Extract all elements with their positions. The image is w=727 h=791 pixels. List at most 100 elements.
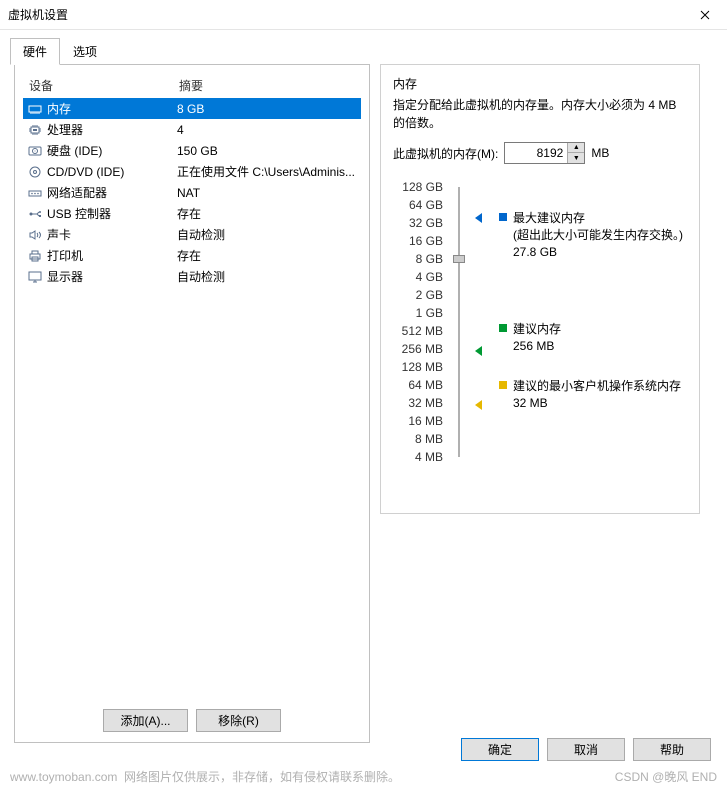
- device-row[interactable]: 网络适配器 NAT: [23, 182, 361, 203]
- device-row[interactable]: 声卡 自动检测: [23, 224, 361, 245]
- device-list-header: 设备 摘要: [23, 73, 361, 98]
- device-button-row: 添加(A)... 移除(R): [23, 703, 361, 734]
- device-summary: 自动检测: [177, 226, 357, 243]
- slider-tick-label: 128 MB: [393, 358, 443, 376]
- device-name: CD/DVD (IDE): [47, 165, 124, 179]
- device-row[interactable]: 打印机 存在: [23, 245, 361, 266]
- content-area: 设备 摘要 内存8 GB处理器4硬盘 (IDE)150 GBCD/DVD (ID…: [0, 65, 727, 753]
- legend-max-sq-icon: [499, 213, 507, 221]
- footer-buttons: 确定 取消 帮助: [461, 738, 711, 761]
- memory-panel: 内存 指定分配给此虚拟机的内存量。内存大小必须为 4 MB 的倍数。 此虚拟机的…: [380, 64, 700, 514]
- slider-tick-label: 32 GB: [393, 214, 443, 232]
- sound-icon: [27, 228, 43, 242]
- slider-tick-label: 256 MB: [393, 340, 443, 358]
- device-row[interactable]: USB 控制器 存在: [23, 203, 361, 224]
- device-name: 网络适配器: [47, 184, 107, 201]
- slider-tick-label: 512 MB: [393, 322, 443, 340]
- device-name: 内存: [47, 100, 71, 117]
- device-list: 设备 摘要 内存8 GB处理器4硬盘 (IDE)150 GBCD/DVD (ID…: [23, 73, 361, 703]
- slider-markers: 最大建议内存 (超出此大小可能发生内存交换。) 27.8 GB 建议内存 256…: [475, 178, 687, 466]
- legend-max: 最大建议内存 (超出此大小可能发生内存交换。) 27.8 GB: [499, 210, 683, 260]
- memory-slider-area: 128 GB64 GB32 GB16 GB8 GB4 GB2 GB1 GB512…: [393, 178, 687, 466]
- display-icon: [27, 270, 43, 284]
- legend-rec: 建议内存 256 MB: [499, 321, 561, 355]
- memory-unit: MB: [591, 146, 609, 160]
- memory-title: 内存: [393, 75, 687, 92]
- close-icon: [700, 10, 710, 20]
- spinner-down[interactable]: ▼: [568, 153, 584, 163]
- legend-min: 建议的最小客户机操作系统内存 32 MB: [499, 378, 681, 412]
- memory-input-row: 此虚拟机的内存(M): ▲ ▼ MB: [393, 142, 687, 164]
- cancel-button[interactable]: 取消: [547, 738, 625, 761]
- legend-rec-sq-icon: [499, 324, 507, 332]
- device-row[interactable]: 显示器自动检测: [23, 266, 361, 287]
- device-summary: 4: [177, 123, 357, 137]
- header-summary: 摘要: [179, 77, 355, 94]
- device-name: 处理器: [47, 121, 83, 138]
- device-row[interactable]: 内存 8 GB: [23, 98, 361, 119]
- marker-rec-icon: [475, 346, 482, 356]
- device-name: USB 控制器: [47, 205, 111, 222]
- cpu-icon: [27, 123, 43, 137]
- slider-tick-label: 16 GB: [393, 232, 443, 250]
- titlebar: 虚拟机设置: [0, 0, 727, 30]
- memory-desc: 指定分配给此虚拟机的内存量。内存大小必须为 4 MB 的倍数。: [393, 96, 687, 132]
- device-summary: 自动检测: [177, 268, 357, 285]
- printer-icon: [27, 249, 43, 263]
- device-panel: 设备 摘要 内存8 GB处理器4硬盘 (IDE)150 GBCD/DVD (ID…: [14, 64, 370, 743]
- close-button[interactable]: [682, 0, 727, 30]
- watermark: www.toymoban.com 网络图片仅供展示，非存储，如有侵权请联系删除。…: [10, 768, 717, 785]
- network-icon: [27, 186, 43, 200]
- device-name: 声卡: [47, 226, 71, 243]
- marker-recommended: [475, 344, 482, 356]
- tab-bar: 硬件 选项: [0, 30, 727, 65]
- add-button[interactable]: 添加(A)...: [103, 709, 188, 732]
- hdd-icon: [27, 144, 43, 158]
- slider-tick-label: 64 MB: [393, 376, 443, 394]
- ok-button[interactable]: 确定: [461, 738, 539, 761]
- device-row[interactable]: 处理器 4: [23, 119, 361, 140]
- tab-options[interactable]: 选项: [60, 38, 110, 65]
- memory-input[interactable]: [505, 143, 567, 163]
- legend-min-text: 建议的最小客户机操作系统内存 32 MB: [513, 378, 681, 412]
- device-summary: 存在: [177, 247, 357, 264]
- tab-hardware[interactable]: 硬件: [10, 38, 60, 65]
- device-summary: 8 GB: [177, 102, 357, 116]
- slider-tick-label: 2 GB: [393, 286, 443, 304]
- device-summary: 正在使用文件 C:\Users\Adminis...: [177, 163, 357, 180]
- device-name: 硬盘 (IDE): [47, 142, 102, 159]
- marker-min-icon: [475, 400, 482, 410]
- help-button[interactable]: 帮助: [633, 738, 711, 761]
- usb-icon: [27, 207, 43, 221]
- slider-track: [458, 187, 460, 457]
- marker-max: [475, 211, 482, 223]
- marker-min: [475, 398, 482, 410]
- memory-input-label: 此虚拟机的内存(M):: [393, 145, 498, 162]
- memory-icon: [27, 102, 43, 116]
- device-summary: NAT: [177, 186, 357, 200]
- slider-tick-label: 32 MB: [393, 394, 443, 412]
- slider-tick-label: 8 MB: [393, 430, 443, 448]
- slider-tick-label: 16 MB: [393, 412, 443, 430]
- device-name: 打印机: [47, 247, 83, 264]
- device-row[interactable]: 硬盘 (IDE)150 GB: [23, 140, 361, 161]
- device-row[interactable]: CD/DVD (IDE) 正在使用文件 C:\Users\Adminis...: [23, 161, 361, 182]
- memory-spinner[interactable]: ▲ ▼: [504, 142, 585, 164]
- slider-tick-label: 4 GB: [393, 268, 443, 286]
- legend-max-text: 最大建议内存 (超出此大小可能发生内存交换。) 27.8 GB: [513, 210, 683, 260]
- marker-max-icon: [475, 213, 482, 223]
- remove-button[interactable]: 移除(R): [196, 709, 281, 732]
- device-summary: 存在: [177, 205, 357, 222]
- legend-min-sq-icon: [499, 381, 507, 389]
- slider-tick-label: 64 GB: [393, 196, 443, 214]
- slider-thumb[interactable]: [453, 255, 465, 263]
- slider-tick-label: 8 GB: [393, 250, 443, 268]
- slider-labels: 128 GB64 GB32 GB16 GB8 GB4 GB2 GB1 GB512…: [393, 178, 443, 466]
- window-title: 虚拟机设置: [8, 6, 68, 23]
- legend-rec-text: 建议内存 256 MB: [513, 321, 561, 355]
- slider-tick-label: 4 MB: [393, 448, 443, 466]
- spinner-up[interactable]: ▲: [568, 143, 584, 153]
- slider-tick-label: 128 GB: [393, 178, 443, 196]
- disc-icon: [27, 165, 43, 179]
- slider-track-wrap[interactable]: [451, 178, 467, 466]
